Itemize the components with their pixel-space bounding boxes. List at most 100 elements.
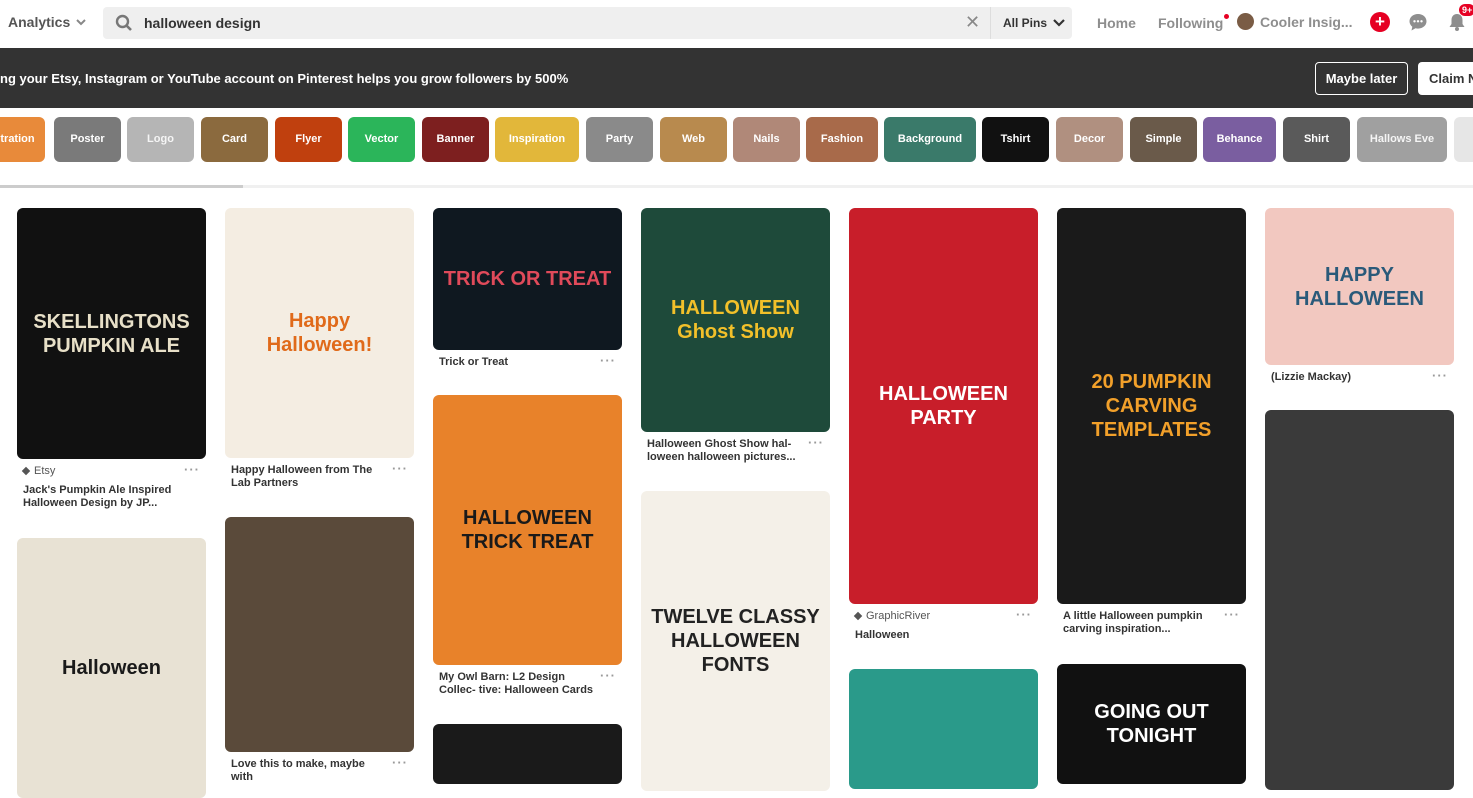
analytics-menu[interactable]: Analytics — [8, 14, 86, 30]
pin-title[interactable]: Happy Halloween from The Lab Partners — [231, 464, 408, 490]
analytics-label: Analytics — [8, 14, 71, 30]
pin-card[interactable] — [433, 724, 622, 784]
pin-card[interactable]: HALLOWEEN Ghost Show Halloween Ghost Show… — [641, 208, 830, 464]
pin-meta: Love this to make, maybe with ··· — [225, 752, 414, 784]
guide-chip[interactable]: Hallows Eve — [1357, 117, 1447, 162]
pin-image[interactable]: HALLOWEEN PARTY — [849, 208, 1038, 604]
guide-chip[interactable]: Behance — [1203, 117, 1276, 162]
more-options-icon[interactable]: ··· — [1432, 368, 1448, 383]
pin-source[interactable]: Etsy — [21, 465, 200, 477]
pin-title[interactable]: Jack's Pumpkin Ale Inspired Halloween De… — [23, 484, 200, 510]
pin-card[interactable]: GOING OUT TONIGHT — [1057, 664, 1246, 784]
pin-title[interactable]: My Owl Barn: L2 Design Collec- tive: Hal… — [439, 671, 616, 697]
messages-icon[interactable] — [1408, 12, 1428, 32]
pin-title[interactable]: Halloween Ghost Show hal- loween hallowe… — [647, 438, 824, 464]
pin-card[interactable]: TRICK OR TREAT Trick or Treat ··· — [433, 208, 622, 369]
guide-chip[interactable]: Tshirt — [982, 117, 1049, 162]
more-options-icon[interactable]: ··· — [392, 755, 408, 770]
pin-meta: Halloween Ghost Show hal- loween hallowe… — [641, 432, 830, 464]
guide-chip[interactable]: Nails — [733, 117, 800, 162]
pin-card[interactable]: HALLOWEEN TRICK TREAT My Owl Barn: L2 Des… — [433, 395, 622, 697]
pin-title[interactable]: Love this to make, maybe with — [231, 758, 408, 784]
more-options-icon[interactable]: ··· — [808, 435, 824, 450]
guide-chip[interactable]: tration — [0, 117, 45, 162]
banner-message: ng your Etsy, Instagram or YouTube accou… — [0, 71, 569, 86]
create-pin-button[interactable]: + — [1370, 12, 1390, 32]
pin-card[interactable] — [849, 669, 1038, 789]
pin-title[interactable]: Halloween — [855, 629, 1032, 642]
pin-title[interactable]: (Lizzie Mackay) — [1271, 371, 1448, 384]
more-options-icon[interactable]: ··· — [184, 462, 200, 477]
pin-card[interactable]: 20 PUMPKIN CARVING TEMPLATES A little Hal… — [1057, 208, 1246, 636]
more-options-icon[interactable]: ··· — [1016, 607, 1032, 622]
search-bar[interactable]: halloween design ✕ All Pins — [103, 7, 1072, 39]
chevron-down-icon — [1053, 19, 1065, 27]
guide-chip[interactable]: Party — [586, 117, 653, 162]
guide-chip[interactable]: Inspiration — [495, 117, 579, 162]
nav-following-link[interactable]: Following — [1158, 14, 1230, 31]
guide-chip[interactable]: Simple — [1130, 117, 1197, 162]
guide-chip[interactable]: Banner — [422, 117, 489, 162]
search-scope-dropdown[interactable]: All Pins — [1003, 16, 1065, 30]
pin-meta: GraphicRiver Halloween ··· — [849, 604, 1038, 642]
pin-source-label: Etsy — [34, 465, 56, 477]
chips-scrollbar[interactable] — [0, 185, 1473, 188]
scrollbar-thumb[interactable] — [0, 185, 243, 188]
pin-image[interactable] — [1265, 410, 1454, 790]
pin-title[interactable]: A little Halloween pumpkin carving inspi… — [1063, 610, 1240, 636]
pin-image[interactable]: HALLOWEEN TRICK TREAT — [433, 395, 622, 665]
claim-now-button[interactable]: Claim N — [1418, 62, 1473, 95]
more-options-icon[interactable]: ··· — [600, 668, 616, 683]
pin-card[interactable]: Happy Halloween! Happy Halloween from The… — [225, 208, 414, 490]
pin-image[interactable]: TWELVE CLASSY HALLOWEEN FONTS — [641, 491, 830, 791]
guide-chip[interactable]: Fashion — [806, 117, 878, 162]
pin-image[interactable] — [433, 724, 622, 784]
notification-count-badge: 9+ — [1459, 4, 1473, 16]
pin-image-text: GOING OUT TONIGHT — [1094, 701, 1209, 747]
guide-chip[interactable]: Card — [201, 117, 268, 162]
guide-chip[interactable]: Web — [660, 117, 727, 162]
maybe-later-button[interactable]: Maybe later — [1315, 62, 1408, 95]
guide-chip[interactable] — [1454, 117, 1473, 162]
pin-image[interactable]: Halloween — [17, 538, 206, 798]
pin-title[interactable]: Trick or Treat — [439, 356, 616, 369]
pin-image[interactable]: TRICK OR TREAT — [433, 208, 622, 350]
pin-image[interactable]: Happy Halloween! — [225, 208, 414, 458]
pin-image-text: TRICK OR TREAT — [443, 268, 612, 290]
pin-card[interactable] — [1265, 410, 1454, 790]
pin-image-text: SKELLINGTONS PUMPKIN ALE — [33, 310, 190, 357]
pin-image[interactable]: 20 PUMPKIN CARVING TEMPLATES — [1057, 208, 1246, 604]
nav-home-link[interactable]: Home — [1097, 15, 1136, 31]
search-input[interactable]: halloween design — [144, 15, 261, 31]
clear-search-icon[interactable]: ✕ — [965, 12, 980, 33]
pin-meta: Trick or Treat ··· — [433, 350, 622, 369]
guide-chip[interactable]: Decor — [1056, 117, 1123, 162]
nav-profile-link[interactable]: Cooler Insig... — [1237, 13, 1353, 30]
pin-card[interactable]: Love this to make, maybe with ··· — [225, 517, 414, 784]
top-bar: Analytics halloween design ✕ All Pins Ho… — [0, 0, 1473, 48]
pin-image[interactable]: SKELLINGTONS PUMPKIN ALE — [17, 208, 206, 459]
pin-card[interactable]: SKELLINGTONS PUMPKIN ALE Etsy Jack's Pumpk… — [17, 208, 206, 510]
pin-image-text: HALLOWEEN PARTY — [879, 383, 1008, 429]
guide-chip[interactable]: Flyer — [275, 117, 342, 162]
pin-image[interactable]: HALLOWEEN Ghost Show — [641, 208, 830, 432]
pin-image[interactable]: GOING OUT TONIGHT — [1057, 664, 1246, 784]
pin-image[interactable] — [849, 669, 1038, 789]
pin-card[interactable]: HALLOWEEN PARTY GraphicRiver Halloween ··· — [849, 208, 1038, 642]
pin-image[interactable] — [225, 517, 414, 752]
guide-chip[interactable]: Logo — [127, 117, 194, 162]
pin-image-text: Happy Halloween! — [266, 310, 373, 356]
more-options-icon[interactable]: ··· — [600, 353, 616, 368]
guide-chip[interactable]: Shirt — [1283, 117, 1350, 162]
more-options-icon[interactable]: ··· — [1224, 607, 1240, 622]
pin-image-text: Halloween — [62, 657, 161, 679]
pin-card[interactable]: Halloween — [17, 538, 206, 798]
guide-chip[interactable]: Background — [884, 117, 976, 162]
pin-card[interactable]: HAPPY HALLOWEEN (Lizzie Mackay) ··· — [1265, 208, 1454, 384]
more-options-icon[interactable]: ··· — [392, 461, 408, 476]
guide-chip[interactable]: Vector — [348, 117, 415, 162]
guide-chip[interactable]: Poster — [54, 117, 121, 162]
pin-card[interactable]: TWELVE CLASSY HALLOWEEN FONTS — [641, 491, 830, 791]
pin-image[interactable]: HAPPY HALLOWEEN — [1265, 208, 1454, 365]
pin-source[interactable]: GraphicRiver — [853, 610, 1032, 622]
